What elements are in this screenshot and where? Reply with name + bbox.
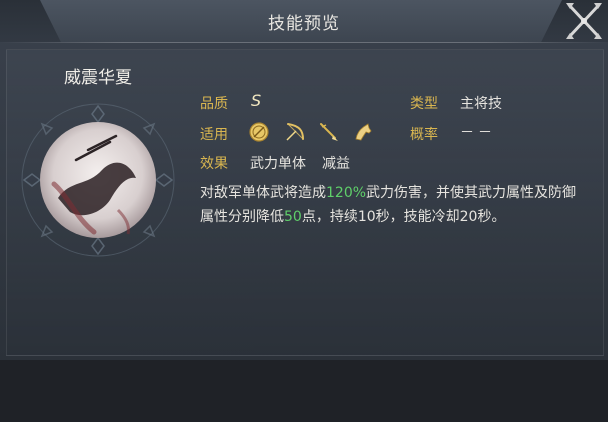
reduce-amount: 50	[284, 209, 302, 225]
spear-icon	[318, 121, 340, 143]
chance-label: 概率	[410, 127, 438, 143]
bow-icon	[284, 121, 306, 143]
applies-label: 适用	[200, 127, 228, 143]
chance-value: －－	[460, 125, 496, 141]
effect-label: 效果	[200, 156, 228, 172]
desc-text-3: 点，持续10秒，技能冷却20秒。	[301, 209, 506, 225]
skill-name: 威震华夏	[64, 68, 132, 88]
close-button[interactable]	[560, 0, 608, 42]
type-value: 主将技	[460, 96, 502, 112]
close-icon	[566, 3, 602, 39]
type-label: 类型	[410, 96, 438, 112]
skill-description: 对敌军单体武将造成120%武力伤害，并使其武力属性及防御属性分别降低50点，持续…	[200, 181, 590, 229]
shield-icon	[248, 121, 270, 143]
desc-text-1: 对敌军单体武将造成	[200, 185, 326, 201]
horse-icon	[352, 121, 374, 143]
quality-value: S	[251, 91, 262, 110]
footer-bar	[0, 360, 608, 422]
header-divider	[0, 42, 608, 43]
window-title: 技能预览	[268, 14, 340, 34]
effect-tag-primary: 武力单体	[250, 156, 306, 172]
quality-label: 品质	[200, 96, 228, 112]
effect-tag-secondary: 减益	[322, 156, 350, 172]
skill-emblem	[18, 100, 178, 260]
damage-percent: 120%	[326, 185, 367, 201]
